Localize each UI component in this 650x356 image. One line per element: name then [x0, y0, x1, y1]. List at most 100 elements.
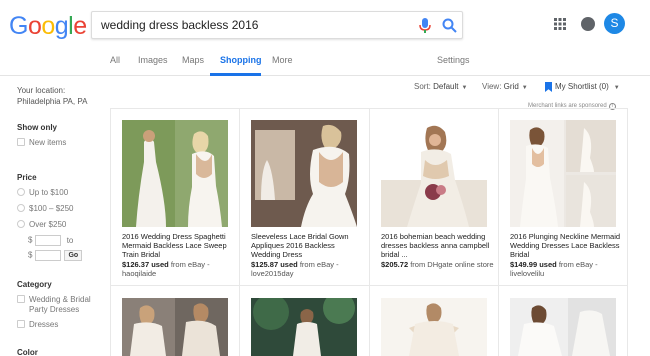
product-price: $149.99 — [510, 260, 538, 269]
product-card[interactable]: Sleeveless Lace Bridal Gown Appliques 20… — [239, 108, 368, 285]
grid-divider — [627, 108, 628, 356]
product-image[interactable] — [122, 298, 228, 356]
product-image[interactable] — [122, 120, 228, 227]
checkbox[interactable] — [17, 320, 25, 328]
color-title: Color — [17, 348, 38, 356]
price-option-100-250[interactable]: $100 – $250 — [17, 204, 74, 213]
chevron-down-icon: ▼ — [613, 85, 620, 92]
shortlist-label[interactable]: My Shortlist (0) — [555, 82, 609, 91]
price-title: Price — [17, 173, 37, 182]
tab-images[interactable]: Images — [138, 55, 168, 65]
view-control[interactable]: View: Grid ▼ — [482, 82, 528, 91]
product-image[interactable] — [251, 120, 357, 227]
product-image[interactable] — [510, 120, 616, 227]
product-image[interactable] — [381, 120, 487, 227]
product-title[interactable]: 2016 Plunging Neckline Mermaid Wedding D… — [510, 232, 622, 259]
price-to-label: to — [66, 235, 74, 245]
product-card[interactable] — [110, 286, 239, 356]
sort-label: Sort: — [414, 82, 431, 91]
product-card[interactable]: 2016 bohemian beach wedding dresses back… — [369, 108, 498, 285]
radio[interactable] — [17, 220, 25, 228]
avatar[interactable]: S — [604, 13, 625, 34]
logo-letter: g — [54, 12, 69, 40]
bookmark-icon — [545, 82, 552, 92]
tab-shopping[interactable]: Shopping — [220, 55, 262, 65]
shortlist-control[interactable]: My Shortlist (0) ▼ — [545, 82, 620, 92]
show-only-title: Show only — [17, 123, 57, 132]
price-option-up-to-100[interactable]: Up to $100 — [17, 188, 68, 197]
category-wedding-bridal[interactable]: Wedding & Bridal Party Dresses — [17, 295, 102, 315]
logo-letter: o — [27, 12, 42, 40]
product-price-line: $149.99 used from eBay - livelovelilu — [510, 260, 624, 278]
product-condition: used — [151, 260, 169, 269]
product-title[interactable]: 2016 Wedding Dress Spaghetti Mermaid Bac… — [122, 232, 234, 259]
product-title[interactable]: Sleeveless Lace Bridal Gown Appliques 20… — [251, 232, 363, 259]
product-condition: used — [280, 260, 298, 269]
nav-bar: All Images Maps Shopping More Settings — [0, 50, 650, 76]
product-price-line: $126.37 used from eBay - haoqilaide — [122, 260, 236, 278]
filter-label: New items — [29, 138, 67, 147]
search-box[interactable]: wedding dress backless 2016 — [91, 11, 463, 39]
product-image[interactable] — [510, 298, 616, 356]
price-option-over-250[interactable]: Over $250 — [17, 220, 66, 229]
sort-value[interactable]: Default — [433, 82, 458, 91]
category-title: Category — [17, 280, 52, 289]
product-price: $126.37 — [122, 260, 150, 269]
price-min-row: $ to — [28, 235, 73, 246]
checkbox[interactable] — [17, 295, 25, 303]
price-min-input[interactable] — [35, 235, 62, 246]
product-card[interactable] — [498, 286, 627, 356]
product-title[interactable]: 2016 bohemian beach wedding dresses back… — [381, 232, 493, 259]
product-image[interactable] — [381, 298, 487, 356]
tab-settings[interactable]: Settings — [437, 55, 470, 65]
filter-new-items[interactable]: New items — [17, 138, 66, 147]
apps-icon[interactable] — [554, 18, 566, 30]
location-label: Your location: — [17, 86, 66, 95]
logo-letter: G — [9, 12, 28, 40]
price-max-row: $ Go — [28, 250, 83, 261]
product-price-line: $125.87 used from eBay - love2015day — [251, 260, 365, 278]
radio[interactable] — [17, 188, 25, 196]
product-image[interactable] — [251, 298, 357, 356]
checkbox[interactable] — [17, 138, 25, 146]
currency-symbol: $ — [28, 235, 33, 245]
product-card[interactable] — [239, 286, 368, 356]
google-logo[interactable]: Google — [9, 12, 87, 41]
chevron-down-icon: ▼ — [461, 85, 468, 91]
tab-all[interactable]: All — [110, 55, 120, 65]
category-label: Dresses — [29, 320, 59, 329]
filters-sidebar: Your location: Philadelphia PA, PA Show … — [0, 76, 110, 356]
currency-symbol: $ — [28, 250, 33, 260]
logo-letter: e — [73, 12, 87, 40]
product-condition: used — [539, 260, 557, 269]
search-input[interactable]: wedding dress backless 2016 — [101, 18, 258, 32]
product-card[interactable] — [369, 286, 498, 356]
sort-control[interactable]: Sort: Default ▼ — [414, 82, 467, 91]
category-label: Wedding & Bridal Party Dresses — [29, 295, 91, 314]
price-go-button[interactable]: Go — [64, 250, 83, 261]
view-label: View: — [482, 82, 502, 91]
product-price-line: $205.72 from DHgate online store — [381, 260, 495, 269]
product-price: $125.87 — [251, 260, 279, 269]
location-value[interactable]: Philadelphia PA, PA — [17, 97, 87, 106]
tab-more[interactable]: More — [272, 55, 293, 65]
product-card[interactable]: 2016 Plunging Neckline Mermaid Wedding D… — [498, 108, 627, 285]
product-price: $205.72 — [381, 260, 409, 269]
category-dresses[interactable]: Dresses — [17, 320, 58, 329]
search-icon[interactable] — [442, 18, 457, 33]
active-tab-indicator — [210, 73, 261, 76]
header: Google wedding dress backless 2016 S All… — [0, 0, 650, 76]
product-card[interactable]: 2016 Wedding Dress Spaghetti Mermaid Bac… — [110, 108, 239, 285]
mic-icon[interactable] — [418, 17, 432, 35]
chevron-down-icon: ▼ — [521, 85, 528, 91]
bell-icon[interactable] — [581, 17, 595, 31]
radio[interactable] — [17, 204, 25, 212]
price-max-input[interactable] — [35, 250, 62, 261]
price-option-label: Up to $100 — [29, 188, 69, 197]
price-option-label: $100 – $250 — [29, 204, 74, 213]
product-seller[interactable]: from DHgate online store — [410, 260, 493, 269]
tab-maps[interactable]: Maps — [182, 55, 204, 65]
price-option-label: Over $250 — [29, 220, 67, 229]
view-value[interactable]: Grid — [504, 82, 519, 91]
logo-letter: o — [41, 12, 55, 40]
